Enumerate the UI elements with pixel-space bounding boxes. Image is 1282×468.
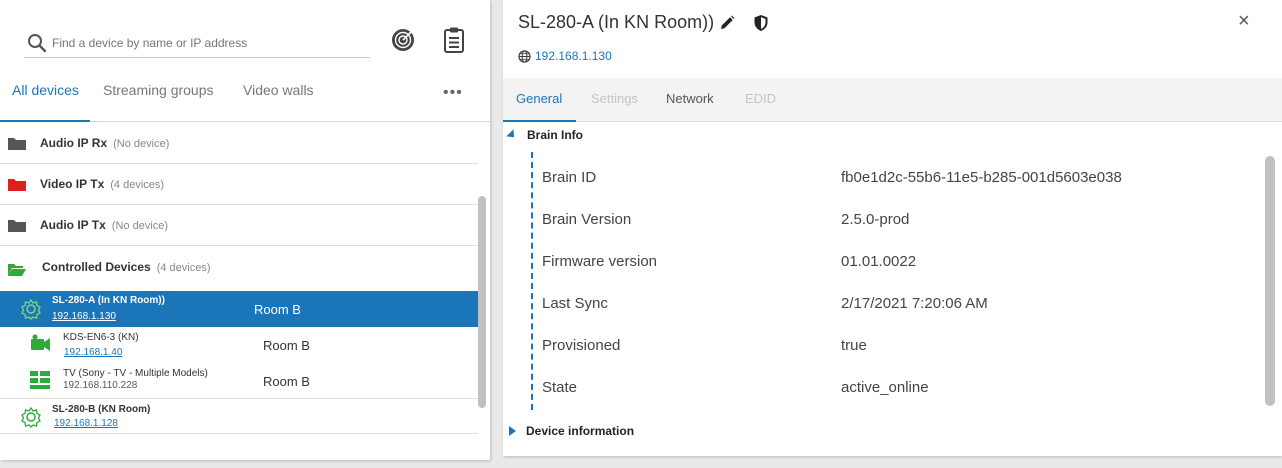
device-title: SL-280-A (In KN Room)): [518, 12, 715, 32]
info-value: 01.01.0022: [841, 253, 917, 270]
group-row-video-ip-tx[interactable]: Video IP Tx (4 devices): [0, 164, 478, 205]
info-value: active_online: [841, 379, 929, 396]
device-room: Room B: [254, 302, 301, 317]
device-room: Room B: [263, 374, 310, 389]
device-ip-link[interactable]: 192.168.1.40: [64, 347, 122, 358]
device-list-panel: All devices Streaming groups Video walls…: [0, 0, 490, 460]
device-detail-panel: SL-280-A (In KN Room)) × 192.168.1.130 G…: [503, 0, 1282, 456]
device-name: TV (Sony - TV - Multiple Models): [63, 368, 208, 379]
close-button[interactable]: ×: [1238, 10, 1250, 33]
gear-icon: [21, 406, 41, 428]
group-count: (No device): [113, 138, 170, 150]
detail-tabs: General Settings Network EDID: [503, 78, 1282, 122]
clipboard-icon[interactable]: [441, 26, 467, 54]
device-name: SL-280-B (KN Room): [52, 404, 151, 415]
device-ip-link[interactable]: 192.168.1.130: [52, 311, 116, 322]
video-encoder-icon: [31, 334, 50, 351]
device-ip-link[interactable]: 192.168.1.130: [535, 49, 612, 63]
device-row[interactable]: SL-280-B (KN Room) 192.168.1.128: [0, 398, 478, 434]
more-options-button[interactable]: •••: [443, 84, 463, 102]
info-label: Last Sync: [542, 295, 608, 312]
info-label: State: [542, 379, 578, 396]
detail-scrollbar[interactable]: [1265, 156, 1275, 406]
display-device-icon: [30, 371, 50, 389]
group-name: Controlled Devices: [42, 260, 151, 274]
folder-open-icon: [8, 264, 26, 276]
group-row-audio-ip-rx[interactable]: Audio IP Rx (No device): [0, 123, 478, 164]
device-row-selected[interactable]: SL-280-A (In KN Room)) 192.168.1.130 Roo…: [0, 291, 478, 327]
expanded-triangle-icon: [506, 129, 518, 141]
section-title: Brain Info: [527, 128, 583, 142]
tab-general[interactable]: General: [516, 91, 562, 106]
group-row-controlled-devices[interactable]: Controlled Devices (4 devices): [0, 246, 478, 291]
tab-edid: EDID: [745, 91, 777, 106]
group-name: Audio IP Tx: [40, 218, 106, 232]
list-scrollbar[interactable]: [478, 196, 486, 408]
search-input[interactable]: [52, 35, 352, 50]
info-label: Brain ID: [542, 169, 597, 186]
search-box[interactable]: [24, 28, 370, 58]
device-name: SL-280-A (In KN Room)): [52, 295, 165, 306]
tab-network[interactable]: Network: [666, 91, 714, 106]
group-name: Video IP Tx: [40, 177, 105, 191]
tab-video-walls[interactable]: Video walls: [243, 82, 314, 98]
group-count: (4 devices): [156, 262, 211, 274]
section-brain-info[interactable]: Brain Info: [506, 128, 583, 142]
device-ip: 192.168.110.228: [63, 380, 138, 391]
device-room: Room B: [263, 338, 310, 353]
info-value: fb0e1d2c-55b6-11e5-b285-001d5603e038: [841, 169, 1122, 186]
search-icon: [28, 33, 47, 52]
group-row-audio-ip-tx[interactable]: Audio IP Tx (No device): [0, 205, 478, 246]
group-name: Audio IP Rx: [40, 136, 108, 150]
folder-icon: [8, 220, 26, 232]
globe-icon: [518, 49, 531, 63]
info-value: 2.5.0-prod: [841, 211, 910, 228]
security-shield-icon[interactable]: [752, 14, 770, 32]
tab-all-devices[interactable]: All devices: [12, 82, 79, 98]
device-name: KDS-EN6-3 (KN): [63, 332, 139, 343]
device-row[interactable]: KDS-EN6-3 (KN) 192.168.1.40 Room B: [0, 327, 478, 363]
active-tab-indicator: [0, 120, 90, 122]
edit-pencil-icon[interactable]: [718, 14, 736, 32]
tab-settings: Settings: [591, 91, 638, 106]
active-tab-indicator: [503, 120, 576, 122]
group-count: (4 devices): [110, 179, 165, 191]
info-label: Brain Version: [542, 211, 632, 228]
tab-streaming-groups[interactable]: Streaming groups: [103, 82, 214, 98]
section-device-information[interactable]: Device information: [507, 424, 634, 438]
group-count: (No device): [111, 220, 169, 232]
device-ip-row: 192.168.1.130: [518, 49, 612, 63]
collapsed-triangle-icon: [509, 426, 516, 436]
radar-icon[interactable]: [390, 26, 416, 54]
device-row[interactable]: TV (Sony - TV - Multiple Models) 192.168…: [0, 363, 478, 399]
device-tabs: All devices Streaming groups Video walls…: [0, 70, 490, 122]
info-label: Firmware version: [542, 253, 658, 270]
gear-icon: [21, 298, 41, 320]
folder-icon: [8, 138, 26, 150]
section-title: Device information: [526, 424, 635, 438]
tree-guide-line: [531, 152, 533, 410]
info-label: Provisioned: [542, 337, 621, 354]
info-value: true: [841, 337, 867, 354]
folder-icon: [8, 179, 26, 191]
info-value: 2/17/2021 7:20:06 AM: [841, 295, 988, 312]
device-ip-link[interactable]: 192.168.1.128: [54, 418, 118, 429]
